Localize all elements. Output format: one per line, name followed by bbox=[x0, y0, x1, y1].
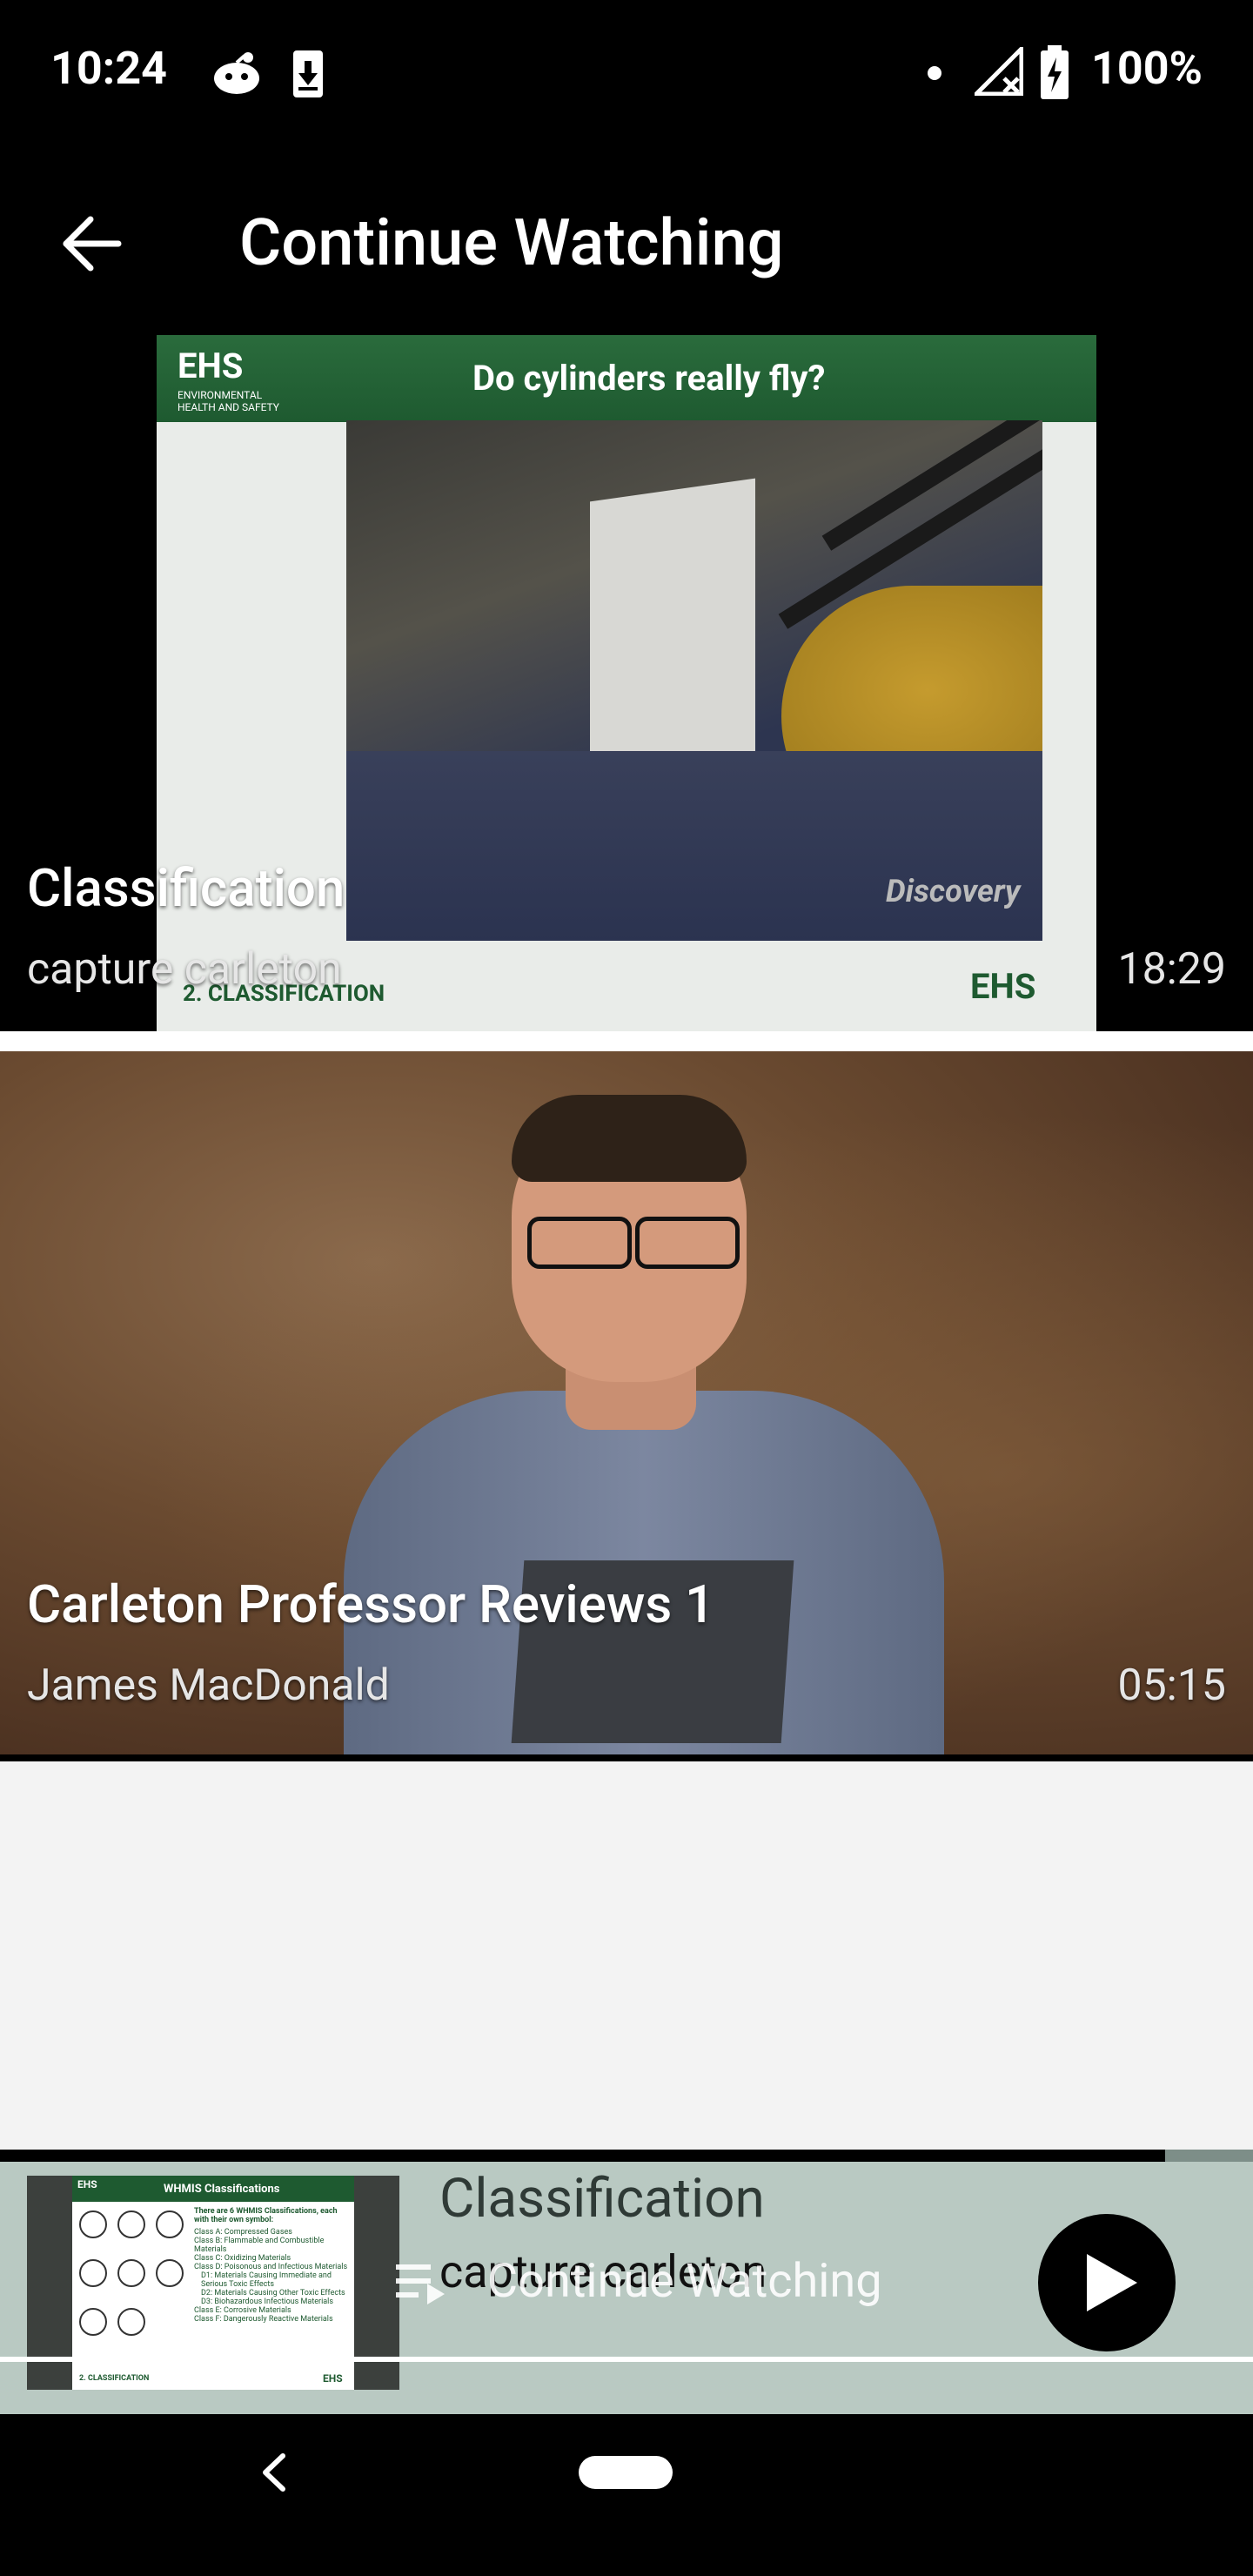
arrow-back-icon[interactable] bbox=[57, 209, 127, 278]
thumbnail-item: D3: Biohazardous Infectious Materials bbox=[201, 2298, 333, 2306]
thumbnail-logo: EHS bbox=[77, 2178, 97, 2190]
ehs-footer-logo: EHS bbox=[970, 966, 1036, 1007]
video-thumbnail: EHS ENVIRONMENTAL HEALTH AND SAFETY Do c… bbox=[157, 335, 1096, 1031]
dot-icon bbox=[928, 66, 941, 80]
nav-back-icon[interactable] bbox=[257, 2451, 291, 2494]
video-duration: 05:15 bbox=[1117, 1660, 1226, 1711]
thumbnail-item: Class D: Poisonous and Infectious Materi… bbox=[194, 2263, 348, 2271]
play-icon bbox=[1087, 2254, 1137, 2311]
signal-off-icon bbox=[975, 47, 1023, 96]
battery-percent: 100% bbox=[1091, 42, 1203, 95]
divider bbox=[0, 1754, 1253, 1761]
thumbnail-item: Class F: Dangerously Reactive Materials bbox=[194, 2315, 333, 2324]
thumbnail-item: Class B: Flammable and Combustible Mater… bbox=[194, 2237, 325, 2254]
thumbnail-intro: There are 6 WHMIS Classifications, each … bbox=[194, 2207, 338, 2224]
discovery-watermark: Discovery bbox=[886, 873, 1021, 909]
whmis-symbols bbox=[79, 2210, 187, 2358]
reddit-icon bbox=[214, 52, 259, 94]
mini-player-title: Classification bbox=[439, 2167, 765, 2231]
thumbnail-item: Class C: Oxidizing Materials bbox=[194, 2254, 291, 2263]
video-card-professor-reviews[interactable]: Carleton Professor Reviews 1 James MacDo… bbox=[0, 1051, 1253, 1754]
thumbnail-footer: 2. CLASSIFICATION bbox=[79, 2374, 150, 2383]
video-channel: James MacDonald bbox=[27, 1660, 390, 1711]
divider bbox=[0, 2357, 1253, 2362]
page-title: Continue Watching bbox=[239, 205, 784, 281]
slide-heading: Do cylinders really fly? bbox=[472, 358, 826, 399]
ehs-logo-subtitle: ENVIRONMENTAL HEALTH AND SAFETY bbox=[178, 389, 279, 413]
thumbnail-item: D1: Materials Causing Immediate and Seri… bbox=[201, 2271, 332, 2289]
ehs-logo: EHS bbox=[178, 345, 244, 386]
nav-home-pill[interactable] bbox=[579, 2456, 673, 2489]
thumbnail-item: Class A: Compressed Gases bbox=[194, 2228, 292, 2237]
video-duration: 18:29 bbox=[1117, 944, 1226, 995]
video-title: Carleton Professor Reviews 1 bbox=[27, 1573, 715, 1635]
video-frame: Discovery bbox=[346, 420, 1042, 941]
status-time: 10:24 bbox=[50, 42, 167, 95]
thumbnail-body: There are 6 WHMIS Classifications, each … bbox=[194, 2207, 351, 2324]
continue-watching-overlay-label: Continue Watching bbox=[487, 2254, 882, 2309]
video-card-classification[interactable]: EHS ENVIRONMENTAL HEALTH AND SAFETY Do c… bbox=[0, 335, 1253, 1031]
slide-header: EHS ENVIRONMENTAL HEALTH AND SAFETY Do c… bbox=[157, 335, 1096, 422]
divider bbox=[0, 1031, 1253, 1051]
thumbnail-footer-logo: EHS bbox=[323, 2372, 343, 2385]
mini-player-progress-remaining bbox=[1165, 2150, 1253, 2162]
status-bar: 10:24 100% bbox=[0, 0, 1253, 148]
video-thumbnail bbox=[0, 1051, 1253, 1754]
thumbnail-item: Class E: Corrosive Materials bbox=[194, 2306, 291, 2315]
thumbnail-heading: WHMIS Classifications bbox=[164, 2183, 280, 2196]
video-title: Classification bbox=[27, 857, 345, 919]
play-button[interactable] bbox=[1038, 2214, 1176, 2351]
thumbnail-item: D2: Materials Causing Other Toxic Effect… bbox=[201, 2289, 345, 2298]
system-navigation-bar bbox=[0, 2414, 1253, 2576]
video-channel: capture carleton bbox=[27, 944, 342, 995]
mini-player-progress-bar[interactable] bbox=[0, 2150, 1165, 2162]
playlist-play-icon bbox=[396, 2264, 445, 2304]
app-bar: Continue Watching bbox=[0, 148, 1253, 335]
battery-charging-icon bbox=[1041, 45, 1069, 99]
download-icon bbox=[293, 50, 323, 97]
